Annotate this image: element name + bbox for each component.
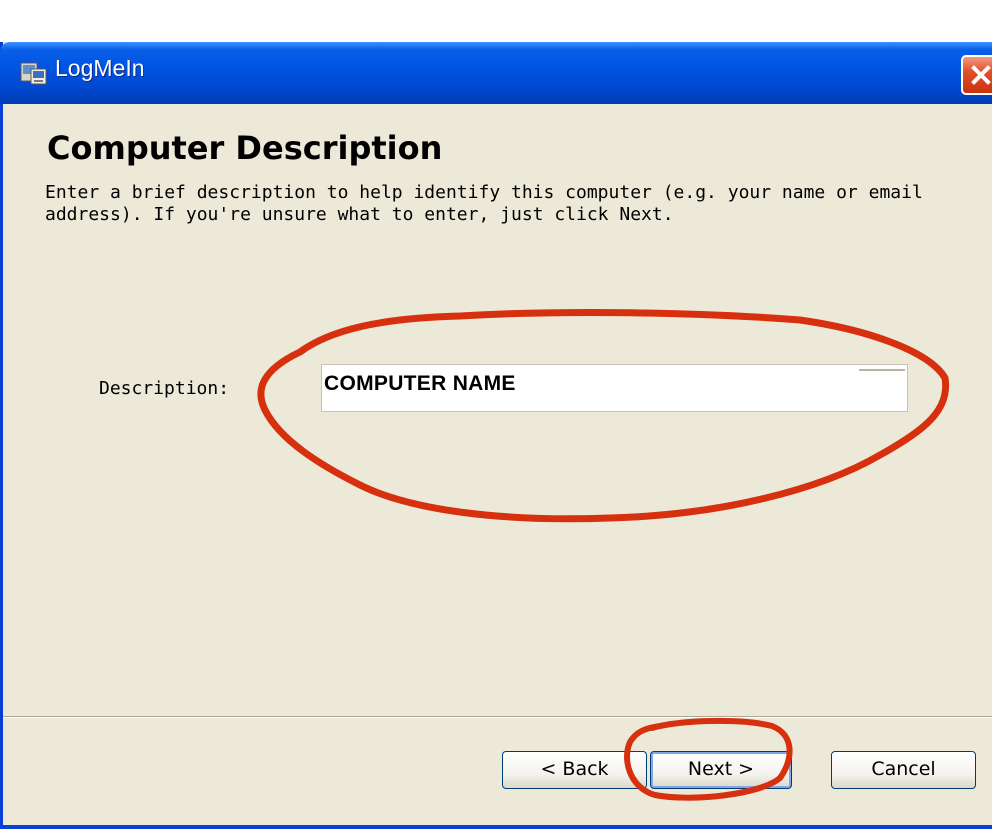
button-separator	[3, 716, 992, 718]
title-bar[interactable]: LogMeIn	[0, 42, 992, 104]
description-label: Description:	[99, 378, 230, 399]
instructions-text: Enter a brief description to help identi…	[45, 182, 923, 225]
window-title: LogMeIn	[55, 55, 145, 81]
description-value[interactable]: COMPUTER NAME	[324, 372, 516, 396]
description-input[interactable]: COMPUTER NAME	[321, 364, 908, 412]
next-button[interactable]: Next >	[650, 751, 792, 789]
back-button[interactable]: < Back	[502, 751, 647, 789]
cancel-button[interactable]: Cancel	[831, 751, 976, 789]
installer-window: LogMeIn Computer Description Enter a bri…	[0, 42, 992, 829]
close-button[interactable]	[961, 55, 992, 95]
input-inner-border	[859, 369, 905, 407]
logmein-app-icon	[20, 60, 48, 86]
page-title: Computer Description	[47, 129, 443, 167]
